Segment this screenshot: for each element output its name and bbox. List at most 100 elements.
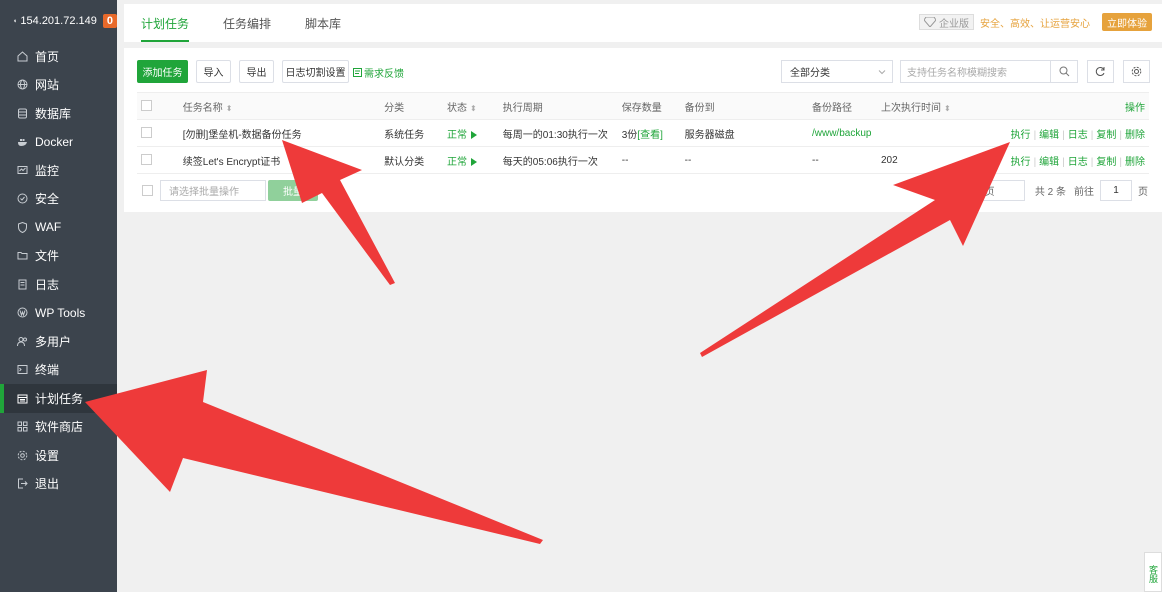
sidebar-item-0[interactable]: 首页 [0, 42, 117, 71]
sidebar-item-label: WP Tools [35, 305, 86, 320]
row-checkbox[interactable] [141, 127, 152, 139]
add-task-button[interactable]: 添加任务 [137, 60, 188, 83]
sidebar-item-11[interactable]: 终端 [0, 356, 117, 385]
terminal-icon [17, 364, 28, 375]
bulk-action-select[interactable]: 请选择批量操作 [160, 180, 266, 201]
sort-icon[interactable]: ⬍ [226, 104, 233, 113]
import-button[interactable]: 导入 [196, 60, 231, 83]
sidebar-item-label: 安全 [35, 192, 60, 207]
feedback-link[interactable]: 需求反馈 [353, 65, 404, 80]
task-panel: 添加任务 导入 导出 日志切割设置 需求反馈 全部分类 支持任务名称模糊搜索 任… [124, 48, 1162, 212]
sidebar-item-label: 首页 [35, 49, 60, 64]
delete-button[interactable]: 删除 [1125, 157, 1145, 168]
search-icon [1059, 66, 1069, 77]
category-value: 全部分类 [790, 68, 830, 79]
run-button[interactable]: 执行 [1011, 157, 1031, 168]
export-button[interactable]: 导出 [239, 60, 274, 83]
sidebar-item-13[interactable]: 软件商店 [0, 413, 117, 442]
logout-icon [17, 478, 28, 489]
task-name: [勿删]堡垒机-数据备份任务 [178, 119, 381, 147]
sidebar-item-3[interactable]: Docker [0, 128, 117, 157]
sort-icon[interactable]: ⬍ [470, 104, 477, 113]
chevron-down-icon [878, 70, 886, 75]
goto-label: 前往 [1074, 187, 1094, 198]
sidebar-item-2[interactable]: 数据库 [0, 99, 117, 128]
customer-service-widget[interactable]: 客服 [1144, 552, 1162, 592]
sidebar-item-14[interactable]: 设置 [0, 441, 117, 470]
tab-script-library[interactable]: 脚本库 [288, 4, 358, 42]
sidebar-item-label: 退出 [35, 477, 60, 492]
sidebar-item-5[interactable]: 安全 [0, 185, 117, 214]
task-backup-path[interactable]: /www/backup [807, 119, 877, 147]
table-row: [勿删]堡垒机-数据备份任务 系统任务 正常 每周一的01:30执行一次 3份[… [137, 119, 1149, 147]
sidebar-item-15[interactable]: 退出 [0, 470, 117, 499]
docker-icon [17, 136, 28, 147]
sidebar-item-label: WAF [35, 220, 62, 235]
sidebar-item-label: 网站 [35, 78, 60, 93]
feedback-icon [353, 68, 362, 77]
sidebar-item-10[interactable]: 多用户 [0, 327, 117, 356]
enterprise-badge: 企业版 [919, 14, 974, 30]
search-button[interactable] [1050, 61, 1077, 82]
task-last-run: 202 [876, 146, 1007, 174]
log-button[interactable]: 日志 [1068, 157, 1088, 168]
sidebar-item-1[interactable]: 网站 [0, 71, 117, 100]
sidebar-item-6[interactable]: WAF [0, 213, 117, 242]
sidebar-item-label: 多用户 [35, 334, 72, 349]
notification-badge[interactable]: 0 [102, 14, 117, 28]
log-cut-settings-button[interactable]: 日志切割设置 [282, 60, 349, 83]
task-status[interactable]: 正常 [442, 119, 499, 147]
wordpress-icon [17, 307, 28, 318]
sidebar-item-8[interactable]: 日志 [0, 270, 117, 299]
search-box[interactable]: 支持任务名称模糊搜索 [900, 60, 1078, 83]
page-number-input[interactable]: 1 [1100, 180, 1132, 201]
bulk-execute-button[interactable]: 批量 [268, 180, 318, 201]
sidebar-item-7[interactable]: 文件 [0, 242, 117, 271]
search-input[interactable]: 支持任务名称模糊搜索 [907, 64, 1007, 79]
sidebar-item-label: 终端 [35, 363, 60, 378]
view-backups-link[interactable]: [查看] [637, 130, 663, 141]
settings-button[interactable] [1123, 60, 1150, 83]
run-button[interactable]: 执行 [1011, 130, 1031, 141]
edit-button[interactable]: 编辑 [1039, 130, 1059, 141]
sort-icon[interactable]: ⬍ [944, 104, 951, 113]
col-backup-to: 备份到 [684, 102, 715, 114]
sidebar-item-4[interactable]: 监控 [0, 156, 117, 185]
edition-label: 企业版 [939, 18, 969, 30]
tab-task-orchestration[interactable]: 任务编排 [206, 4, 288, 42]
sidebar-item-label: 日志 [35, 277, 60, 292]
col-keep: 保存数量 [621, 102, 662, 114]
edit-button[interactable]: 编辑 [1039, 157, 1059, 168]
task-name: 续签Let's Encrypt证书 [178, 146, 381, 174]
task-status[interactable]: 正常 [442, 146, 499, 174]
top-tabs-bar: 计划任务 任务编排 脚本库 企业版 安全、高效、让运营安心 立即体验 [124, 4, 1162, 42]
task-category: 默认分类 [380, 146, 443, 174]
server-header: 154.201.72.149 0 [0, 0, 117, 42]
row-checkbox[interactable] [141, 154, 152, 166]
bulk-action-placeholder: 请选择批量操作 [169, 187, 239, 198]
sidebar-item-label: 数据库 [35, 106, 72, 121]
task-keep: -- [617, 146, 681, 174]
log-button[interactable]: 日志 [1068, 130, 1088, 141]
col-category: 分类 [384, 102, 405, 114]
sidebar-item-label: 计划任务 [35, 391, 84, 406]
tab-cron-tasks[interactable]: 计划任务 [124, 4, 206, 42]
calendar-icon [17, 393, 28, 404]
refresh-button[interactable] [1087, 60, 1114, 83]
toolbar: 添加任务 导入 导出 日志切割设置 需求反馈 全部分类 支持任务名称模糊搜索 [137, 60, 1162, 84]
folder-icon [17, 250, 28, 261]
sidebar-item-12[interactable]: 计划任务 [0, 384, 117, 413]
row-ops: 执行 | 编辑 | 日志 | 复制 | 删除 [1006, 119, 1149, 147]
copy-button[interactable]: 复制 [1096, 157, 1116, 168]
annotation-arrow [85, 370, 543, 544]
select-all-checkbox[interactable] [141, 100, 152, 112]
footer-checkbox[interactable] [142, 185, 153, 196]
copy-button[interactable]: 复制 [1096, 130, 1116, 141]
try-now-button[interactable]: 立即体验 [1102, 13, 1152, 31]
page-size-select[interactable]: 条/页 [962, 180, 1025, 201]
sidebar-item-9[interactable]: WP Tools [0, 299, 117, 328]
diamond-icon [924, 17, 936, 27]
category-select[interactable]: 全部分类 [781, 60, 893, 83]
delete-button[interactable]: 删除 [1125, 130, 1145, 141]
gear-icon [1131, 66, 1142, 77]
